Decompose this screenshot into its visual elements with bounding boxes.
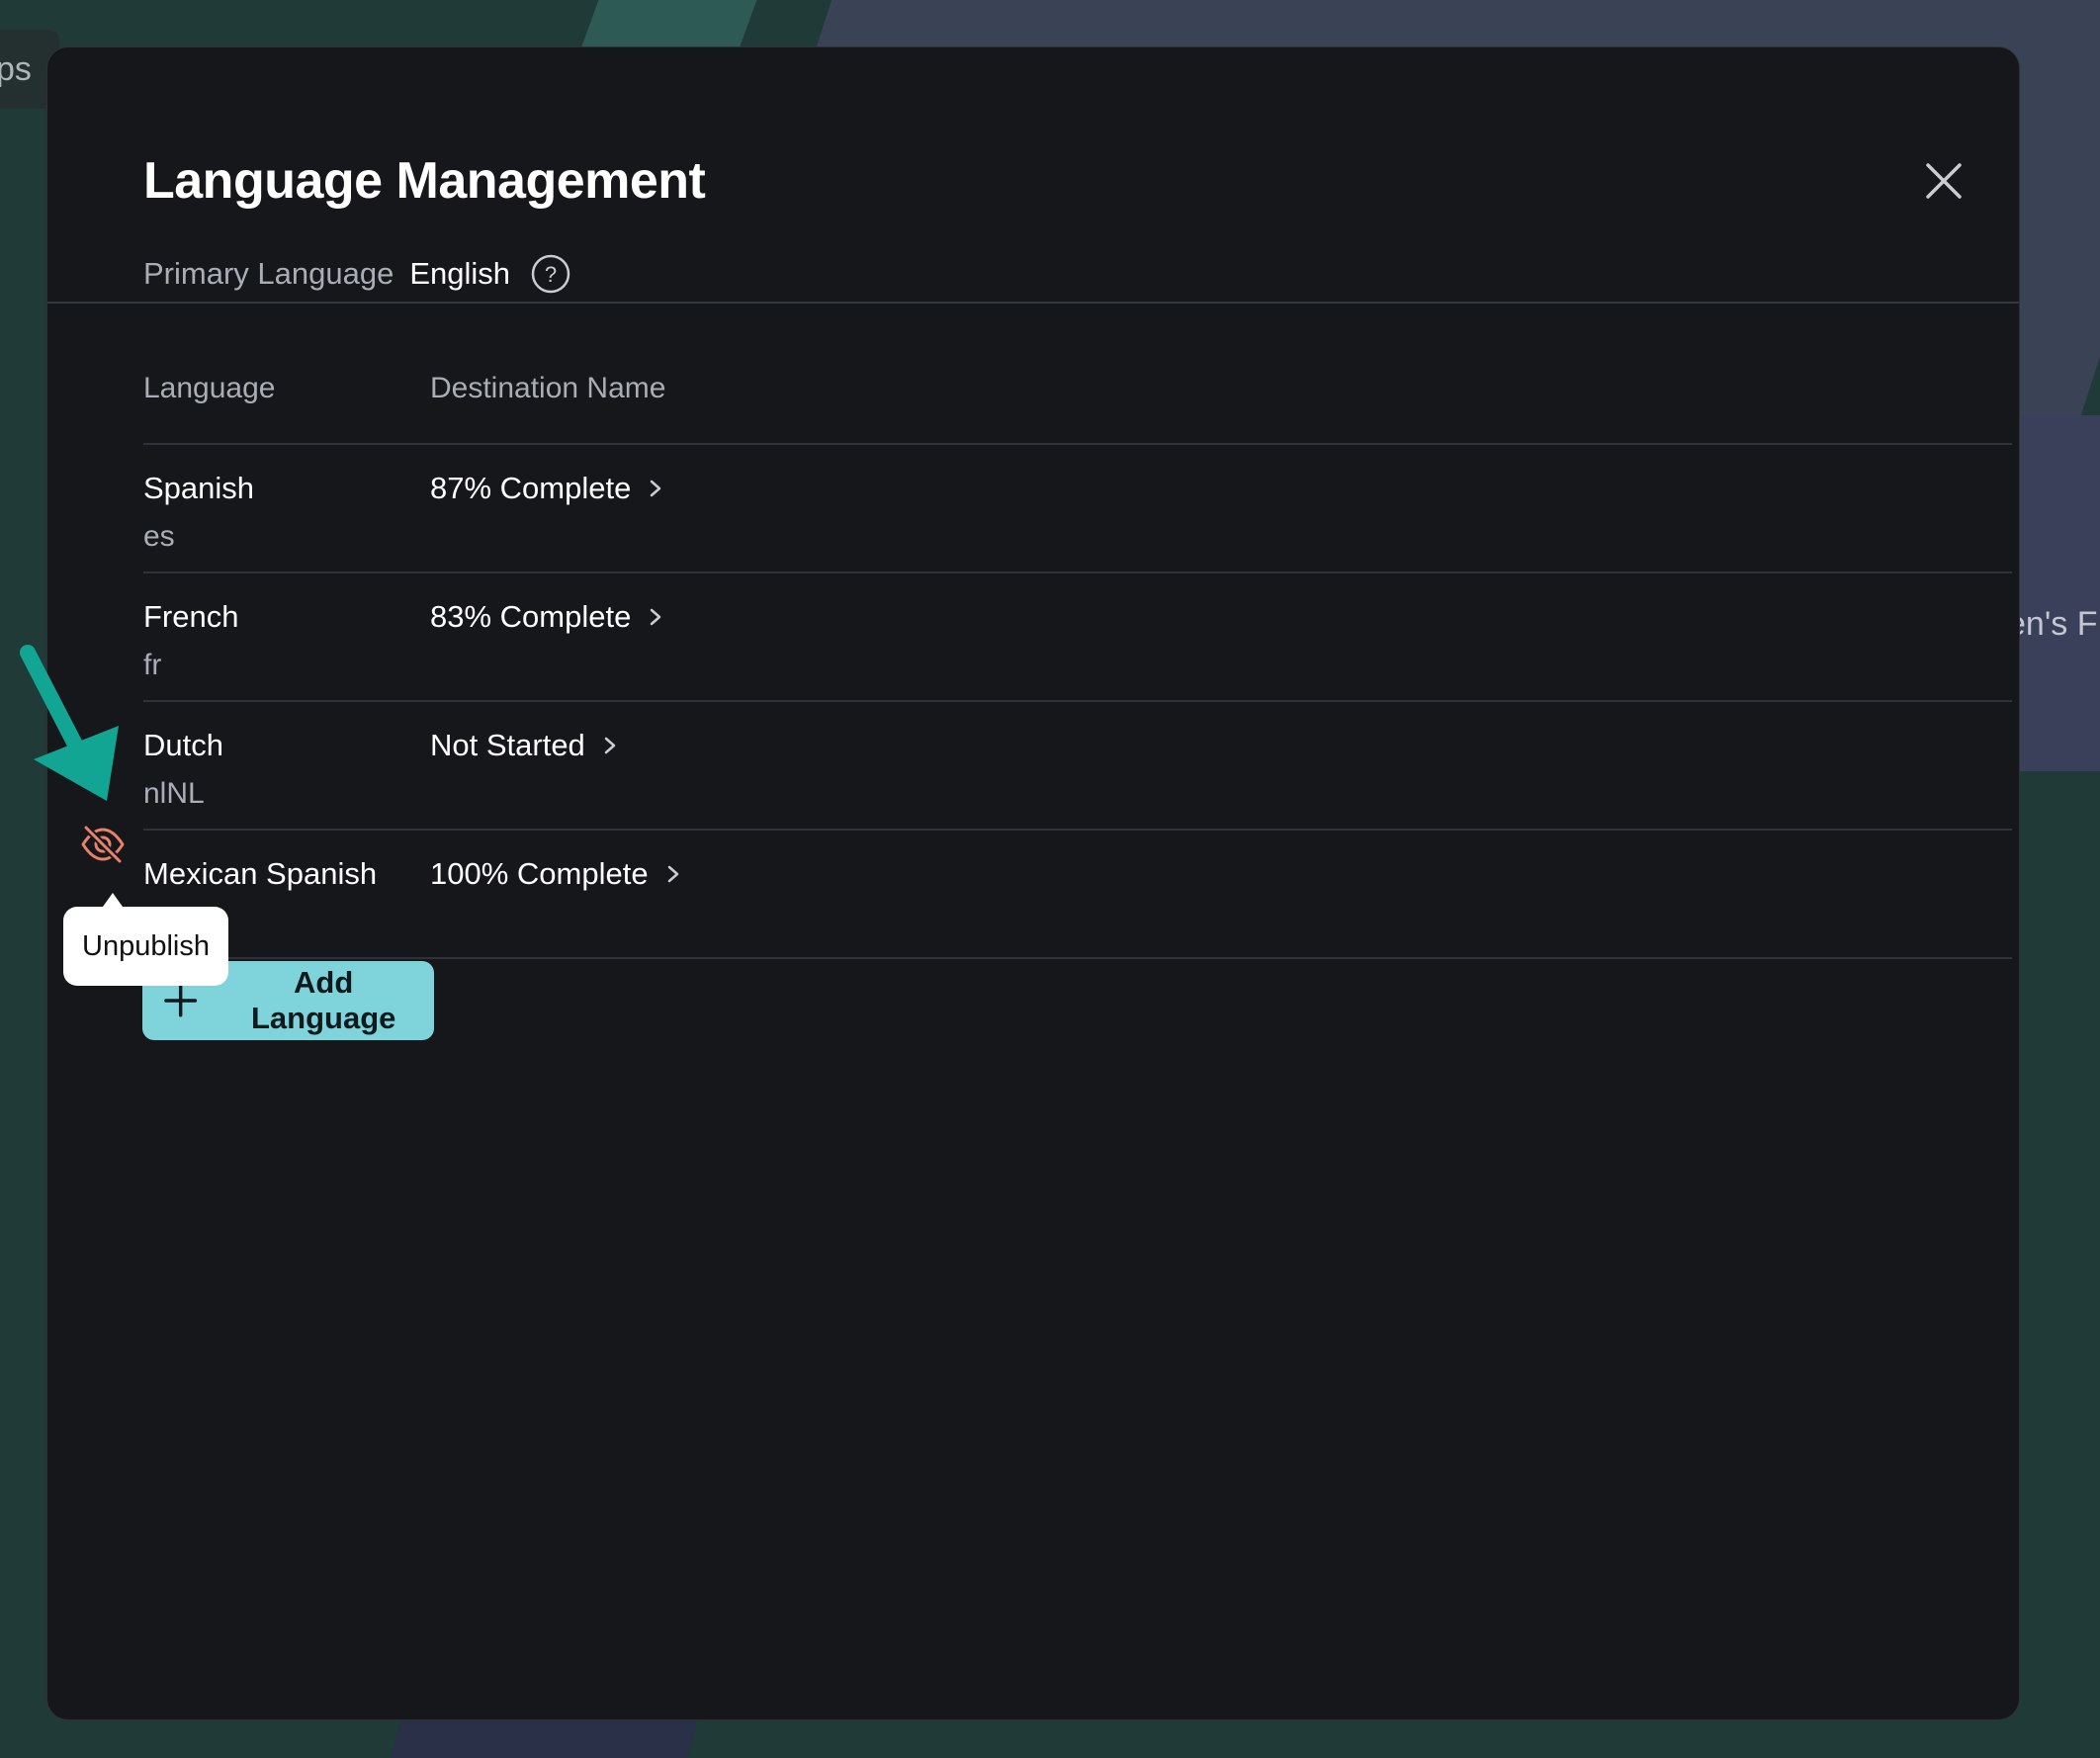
chevron-right-icon xyxy=(651,480,661,497)
plus-icon xyxy=(164,984,198,1017)
table-row: Dutch nlNL Not Started xyxy=(143,702,2012,831)
primary-language-label: Primary Language xyxy=(143,256,394,291)
close-button[interactable] xyxy=(1914,151,1973,211)
unpublish-tooltip: Unpublish xyxy=(63,893,228,986)
language-code: es xyxy=(143,520,175,553)
unpublish-button[interactable] xyxy=(79,821,127,868)
column-header-language: Language xyxy=(143,371,276,404)
language-code: nlNL xyxy=(143,777,205,810)
translation-status: 83% Complete xyxy=(430,599,632,634)
map-region xyxy=(580,0,764,49)
language-code: fr xyxy=(143,649,162,681)
chevron-right-icon xyxy=(667,865,678,883)
add-language-label: Add Language xyxy=(250,965,396,1035)
annotation-arrow-icon xyxy=(20,645,119,801)
eye-off-icon xyxy=(81,824,125,865)
language-table: Language Destination Name Spanish es 87%… xyxy=(143,349,2012,959)
help-circle-icon[interactable]: ? xyxy=(530,253,571,295)
modal-title: Language Management xyxy=(143,152,706,210)
column-header-destination: Destination Name xyxy=(430,371,666,404)
language-name: Spanish xyxy=(143,471,255,505)
translation-status-link[interactable]: 87% Complete xyxy=(430,471,666,506)
table-row: Spanish es 87% Complete xyxy=(143,445,2012,573)
language-name: Mexican Spanish xyxy=(143,856,378,891)
translation-status-link[interactable]: 83% Complete xyxy=(430,599,666,635)
translation-status-link[interactable]: Not Started xyxy=(430,728,621,763)
language-name: French xyxy=(143,599,239,634)
map-label: en's F xyxy=(2007,605,2098,643)
chevron-right-icon xyxy=(604,737,616,754)
primary-language-row: Primary Language English ? xyxy=(143,253,571,295)
translation-status: Not Started xyxy=(430,728,585,762)
translation-status: 87% Complete xyxy=(430,471,632,505)
svg-text:?: ? xyxy=(545,262,557,287)
chevron-right-icon xyxy=(651,608,661,626)
primary-language-value: English xyxy=(409,256,511,291)
language-management-modal: Language Management Primary Language Eng… xyxy=(46,46,2020,1720)
header-divider xyxy=(47,302,2019,304)
table-row: French fr 83% Complete xyxy=(143,573,2012,702)
table-row: Mexican Spanish esMX 100% Complete xyxy=(143,831,2012,959)
close-icon xyxy=(1926,163,1962,199)
language-name: Dutch xyxy=(143,728,223,762)
table-header: Language Destination Name xyxy=(143,349,2012,445)
translation-status-link[interactable]: 100% Complete xyxy=(430,856,684,892)
translation-status: 100% Complete xyxy=(430,856,649,891)
